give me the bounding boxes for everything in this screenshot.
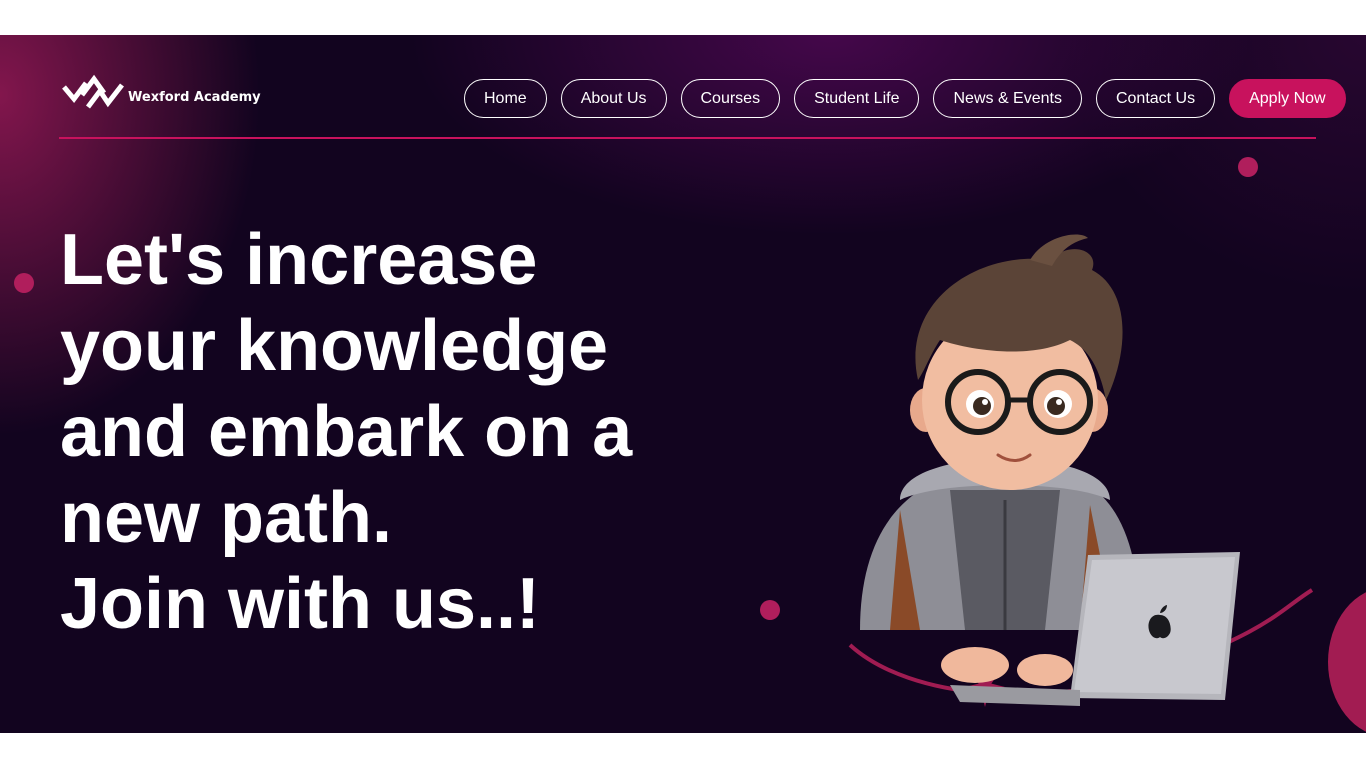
nav-contact-us[interactable]: Contact Us xyxy=(1095,79,1216,118)
hero-section: Wexford Academy Home About Us Courses St… xyxy=(0,35,1366,733)
decorative-dot xyxy=(1238,157,1258,177)
apply-now-button[interactable]: Apply Now xyxy=(1229,79,1346,118)
decorative-half-circle xyxy=(1328,587,1366,733)
hero-headline: Let's increase your knowledge and embark… xyxy=(60,217,760,647)
nav-home[interactable]: Home xyxy=(464,79,547,118)
nav-news-events[interactable]: News & Events xyxy=(933,79,1082,118)
headline-line: and embark on a xyxy=(60,392,633,472)
site-logo[interactable]: Wexford Academy xyxy=(62,73,261,113)
headline-line: your knowledge xyxy=(60,306,609,386)
headline-line: new path. xyxy=(60,478,393,558)
logo-mark-icon xyxy=(62,74,124,109)
nav-student-life[interactable]: Student Life xyxy=(794,79,920,118)
main-nav: Home About Us Courses Student Life News … xyxy=(464,79,1346,118)
nav-courses[interactable]: Courses xyxy=(680,79,781,118)
decorative-dot xyxy=(14,273,34,293)
headline-line: Join with us..! xyxy=(60,564,540,644)
student-with-laptop-illustration xyxy=(848,234,1314,707)
headline-line: Let's increase xyxy=(60,220,538,300)
decorative-dot xyxy=(760,600,780,620)
nav-divider xyxy=(59,137,1316,139)
nav-about-us[interactable]: About Us xyxy=(560,79,667,118)
brand-name: Wexford Academy xyxy=(128,89,261,105)
